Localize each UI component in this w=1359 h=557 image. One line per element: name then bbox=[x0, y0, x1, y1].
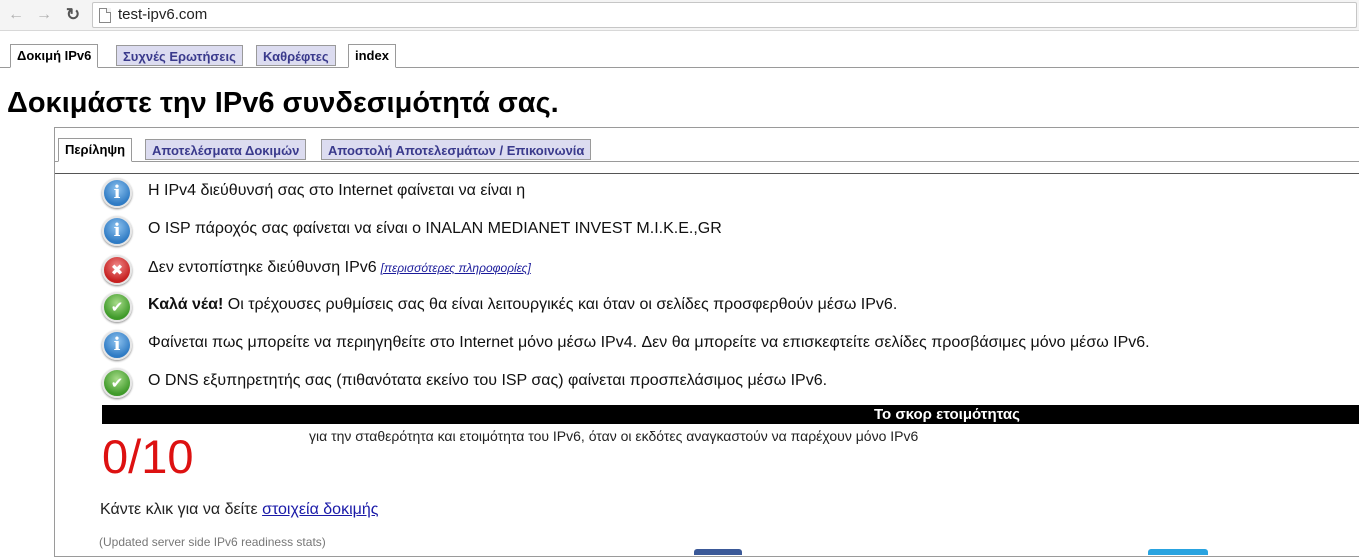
tab-test-results[interactable]: Αποτελέσματα Δοκιμών bbox=[145, 139, 307, 160]
check-icon: ✔ bbox=[102, 368, 132, 398]
tab-mirrors[interactable]: Καθρέφτες bbox=[256, 45, 336, 66]
top-tab-bar: Δοκιμή IPv6 Συχνές Ερωτήσεις Καθρέφτες i… bbox=[0, 42, 1359, 68]
readiness-score-bar: Το σκορ ετοιμότητας bbox=[102, 405, 1359, 424]
results-panel: Περίληψη Αποτελέσματα Δοκιμών Αποστολή Α… bbox=[54, 127, 1359, 557]
info-icon: i bbox=[102, 178, 132, 208]
tab-summary[interactable]: Περίληψη bbox=[58, 138, 133, 162]
inner-tab-bar: Περίληψη Αποτελέσματα Δοκιμών Αποστολή Α… bbox=[55, 137, 1359, 162]
tab-index[interactable]: index bbox=[348, 44, 396, 68]
result-text: Η IPv4 διεύθυνσή σας στο Internet φαίνετ… bbox=[148, 182, 526, 199]
more-info-link[interactable]: [περισσότερες πληροφορίες] bbox=[381, 261, 531, 275]
readiness-header: Το σκορ ετοιμότητας bbox=[874, 406, 1020, 423]
result-text: Ο DNS εξυπηρετητής σας (πιθανότατα εκείν… bbox=[148, 372, 828, 389]
address-bar[interactable]: test-ipv6.com bbox=[92, 2, 1357, 28]
details-line: Κάντε κλικ για να δείτε στοιχεία δοκιμής bbox=[100, 501, 378, 519]
test-details-link[interactable]: στοιχεία δοκιμής bbox=[262, 501, 378, 518]
arrow-left-icon: ← bbox=[8, 6, 24, 23]
check-icon: ✔ bbox=[102, 292, 132, 322]
tab-ipv6-test[interactable]: Δοκιμή IPv6 bbox=[10, 44, 99, 68]
stats-note: (Updated server side IPv6 readiness stat… bbox=[99, 535, 326, 549]
page-icon bbox=[99, 8, 111, 23]
result-message: Δεν εντοπίστηκε διεύθυνση IPv6 [περισσότε… bbox=[148, 259, 531, 277]
tab-submit-contact[interactable]: Αποστολή Αποτελεσμάτων / Επικοινωνία bbox=[321, 139, 592, 160]
details-prefix: Κάντε κλικ για να δείτε bbox=[100, 501, 263, 518]
info-icon: i bbox=[102, 330, 132, 360]
arrow-right-icon: → bbox=[36, 6, 52, 23]
browser-toolbar: ← → ↻ test-ipv6.com bbox=[0, 0, 1359, 31]
result-message: Καλά νέα! Οι τρέχουσες ρυθμίσεις σας θα … bbox=[148, 296, 897, 314]
back-button[interactable]: ← bbox=[6, 5, 26, 25]
tab-faq[interactable]: Συχνές Ερωτήσεις bbox=[116, 45, 243, 66]
reload-icon: ↻ bbox=[65, 5, 81, 24]
result-text: Φαίνεται πως μπορείτε να περιηγηθείτε στ… bbox=[148, 334, 1150, 351]
share-button-partial[interactable] bbox=[1148, 549, 1208, 555]
readiness-description: για την σταθερότητα και ετοιμότητα του I… bbox=[309, 428, 919, 444]
readiness-score: 0/10 bbox=[102, 430, 194, 483]
page-title: Δοκιμάστε την IPv6 συνδεσιμότητά σας. bbox=[7, 87, 559, 119]
reload-button[interactable]: ↻ bbox=[63, 5, 83, 25]
info-icon: i bbox=[102, 216, 132, 246]
forward-button[interactable]: → bbox=[34, 5, 54, 25]
result-text: Οι τρέχουσες ρυθμίσεις σας θα είναι λειτ… bbox=[223, 296, 898, 313]
share-button-partial[interactable] bbox=[694, 549, 742, 555]
url-text: test-ipv6.com bbox=[118, 6, 208, 23]
result-text: Ο ISP πάροχός σας φαίνεται να είναι ο IN… bbox=[148, 220, 722, 237]
good-news-label: Καλά νέα! bbox=[148, 296, 224, 313]
result-text: Δεν εντοπίστηκε διεύθυνση IPv6 bbox=[148, 259, 377, 276]
error-icon: ✖ bbox=[102, 255, 132, 285]
divider bbox=[55, 173, 1359, 174]
